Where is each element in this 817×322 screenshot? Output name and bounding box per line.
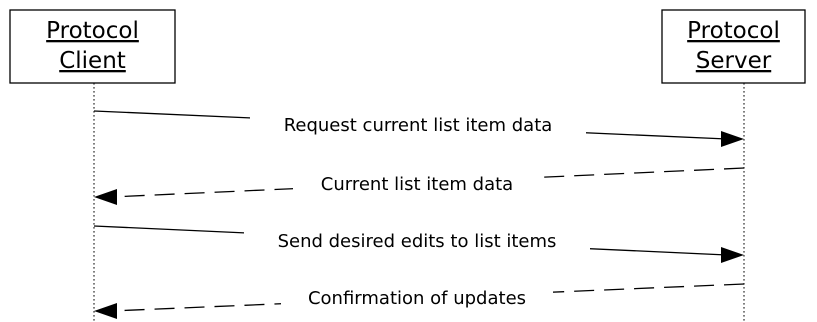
message-2-arrowhead <box>94 189 117 205</box>
participant-server-name-line2: Server <box>696 48 772 74</box>
message-confirmation: Confirmation of updates <box>94 283 745 319</box>
message-2-label: Current list item data <box>321 174 513 195</box>
message-3-label: Send desired edits to list items <box>278 231 557 252</box>
message-4-arrowhead <box>94 303 117 319</box>
message-send-edits: Send desired edits to list items <box>93 225 744 263</box>
sequence-diagram-canvas: Protocol Client Protocol Server Request … <box>9 9 806 322</box>
message-3-arrowhead <box>721 247 744 263</box>
message-4-label: Confirmation of updates <box>308 288 526 309</box>
participant-client-name-line2: Client <box>59 48 126 74</box>
message-1-label: Request current list item data <box>284 115 553 136</box>
message-current-data-response: Current list item data <box>94 167 745 205</box>
sequence-diagram: Protocol Client Protocol Server Request … <box>0 0 817 322</box>
participant-server-name-line1: Protocol <box>687 18 780 44</box>
message-1-arrowhead <box>721 131 744 147</box>
participant-client: Protocol Client <box>9 9 176 84</box>
participant-server: Protocol Server <box>661 9 806 84</box>
participant-client-name-line1: Protocol <box>46 18 139 44</box>
message-request-current-data: Request current list item data <box>93 110 744 147</box>
